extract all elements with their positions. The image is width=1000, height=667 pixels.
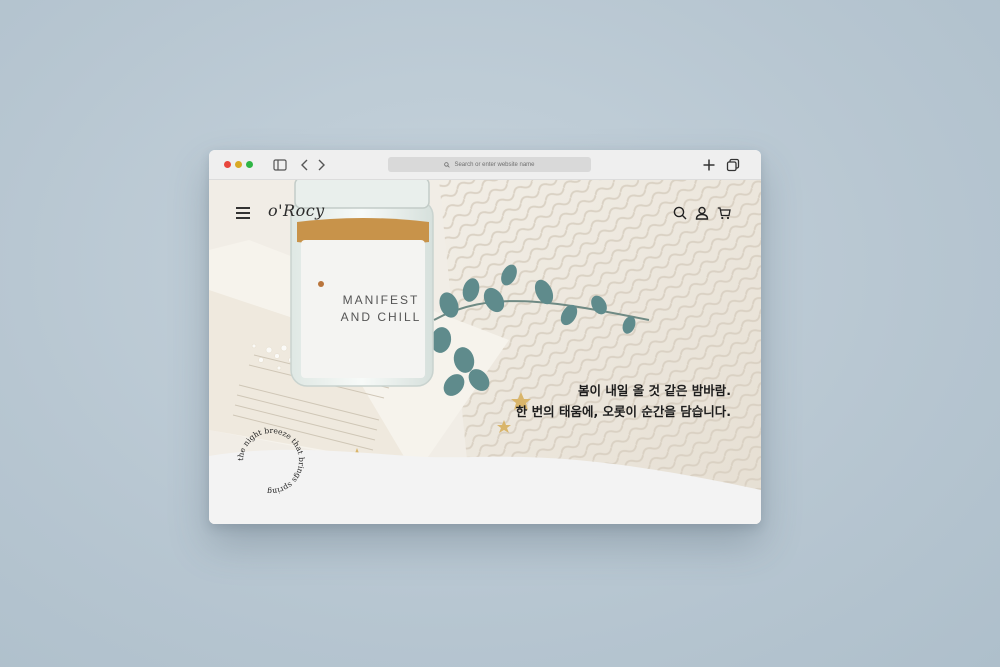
browser-window: Search or enter website name MANIFEST AN… [209, 150, 761, 524]
circular-text: the night breeze that brings spring [236, 426, 306, 496]
browser-toolbar: Search or enter website name [209, 150, 761, 180]
user-icon[interactable] [695, 206, 709, 220]
hero-tagline: 봄이 내일 올 것 같은 밤바람. 한 번의 태움에, 오롯이 순간을 담습니다… [516, 380, 731, 422]
jar-label-line2: AND CHILL [341, 310, 422, 324]
sidebar-toggle-icon[interactable] [272, 157, 288, 173]
address-placeholder: Search or enter website name [454, 161, 535, 168]
site-header: o'Rocy [209, 180, 761, 240]
tagline-line-2: 한 번의 태움에, 오롯이 순간을 담습니다. [515, 404, 731, 419]
jar-label-line1: MANIFEST [343, 293, 420, 307]
page-viewport: MANIFEST AND CHILL o'Rocy 봄이 내일 올 것 같은 밤… [209, 180, 761, 524]
site-logo[interactable]: o'Rocy [268, 201, 325, 220]
close-window-button[interactable] [224, 161, 231, 168]
circular-text-badge: the night breeze that brings spring [236, 426, 306, 496]
back-arrow-icon[interactable] [297, 157, 313, 173]
svg-text:the night breeze that brings s: the night breeze that brings spring [236, 426, 306, 496]
cart-icon[interactable] [717, 206, 731, 220]
search-icon[interactable] [673, 206, 687, 220]
forward-arrow-icon[interactable] [313, 157, 329, 173]
minimize-window-button[interactable] [235, 161, 242, 168]
hero-section: MANIFEST AND CHILL o'Rocy 봄이 내일 올 것 같은 밤… [209, 180, 761, 524]
new-tab-plus-icon[interactable] [701, 157, 717, 173]
address-bar[interactable]: Search or enter website name [388, 157, 591, 172]
tab-overview-icon[interactable] [725, 157, 741, 173]
maximize-window-button[interactable] [246, 161, 253, 168]
search-icon [444, 161, 451, 168]
menu-icon[interactable] [236, 207, 250, 219]
tagline-line-1: 봄이 내일 올 것 같은 밤바람. [577, 383, 731, 398]
